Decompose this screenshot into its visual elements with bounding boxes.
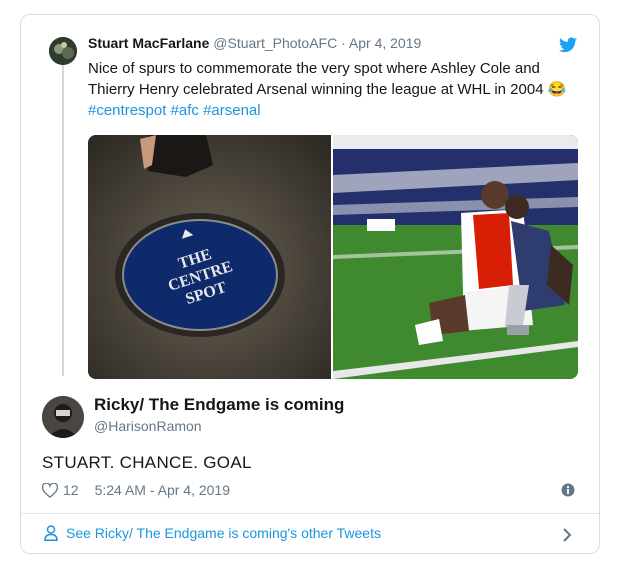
hashtag-links[interactable]: #centrespot #afc #arsenal [88,102,261,119]
person-icon [44,525,58,541]
centre-spot-photo[interactable]: THE CENTRE SPOT [88,135,331,379]
quoted-author-handle[interactable]: @Stuart_PhotoAFC [213,35,337,51]
tweet-timestamp[interactable]: 5:24 AM - Apr 4, 2019 [95,482,230,498]
info-icon[interactable] [561,483,575,497]
tweet-text: STUART. CHANCE. GOAL [42,453,252,472]
heart-icon[interactable] [42,482,58,498]
author-name[interactable]: Ricky/ The Endgame is coming [94,395,344,415]
tweet-meta: 12 5:24 AM - Apr 4, 2019 [42,482,230,498]
thread-line [62,64,64,376]
photo-grid: THE CENTRE SPOT [88,135,578,379]
quoted-author-name[interactable]: Stuart MacFarlane [88,35,209,51]
quoted-tweet-body: Nice of spurs to commemorate the very sp… [88,60,544,98]
quoted-tweet-header: Stuart MacFarlane @Stuart_PhotoAFC · Apr… [88,35,421,51]
quoted-author-avatar[interactable] [49,37,77,65]
chevron-right-icon[interactable] [562,527,572,543]
author-avatar[interactable] [42,396,84,438]
separator-dot: · [341,35,346,51]
divider [21,513,599,514]
like-count[interactable]: 12 [63,482,79,498]
quoted-tweet-text: Nice of spurs to commemorate the very sp… [88,58,578,121]
other-tweets-label[interactable]: See Ricky/ The Endgame is coming's other… [66,525,381,541]
author-handle[interactable]: @HarisonRamon [94,418,202,434]
twitter-bird-icon[interactable] [559,37,577,53]
quoted-tweet-date[interactable]: Apr 4, 2019 [349,35,421,51]
celebration-photo[interactable] [333,135,578,379]
other-tweets-link[interactable]: See Ricky/ The Endgame is coming's other… [44,525,381,541]
laughing-emoji: 😂 [547,81,567,98]
